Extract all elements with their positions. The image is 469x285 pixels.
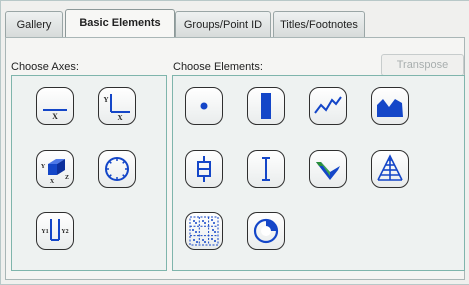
- error-bar-element-button[interactable]: [247, 150, 285, 188]
- xy-axes-icon: Y X: [103, 94, 130, 121]
- axis-1d-x-button[interactable]: X: [36, 87, 74, 125]
- axis-3d-button[interactable]: Y X Z: [36, 150, 74, 188]
- point-icon: [200, 102, 208, 110]
- population-pyramid-element-button[interactable]: [371, 150, 409, 188]
- ribbon-icon: [316, 162, 340, 180]
- tab-gallery[interactable]: Gallery: [5, 11, 63, 37]
- svg-text:X: X: [117, 114, 122, 121]
- 3d-cube-axes-icon: Y X Z: [41, 159, 69, 184]
- svg-text:Y2: Y2: [61, 229, 68, 235]
- boxplot-element-button[interactable]: [185, 150, 223, 188]
- area-element-button[interactable]: [371, 87, 409, 125]
- svg-text:Y: Y: [103, 96, 108, 104]
- line-icon: [314, 96, 342, 114]
- paneled-scatter-element-button[interactable]: [185, 212, 223, 250]
- tab-basic-elements[interactable]: Basic Elements: [65, 9, 175, 37]
- axis-2d-xy-button[interactable]: Y X: [98, 87, 136, 125]
- choose-elements-label: Choose Elements:: [173, 61, 263, 73]
- svg-text:X: X: [50, 179, 55, 184]
- high-low-element-button[interactable]: [309, 150, 347, 188]
- dual-y-axes-icon: Y1 Y2: [41, 219, 69, 241]
- svg-text:Z: Z: [65, 175, 69, 181]
- tab-groups-point-id[interactable]: Groups/Point ID: [175, 11, 271, 37]
- error-bar-icon: [262, 157, 270, 181]
- elements-group: [172, 75, 465, 271]
- transpose-button[interactable]: Transpose: [381, 54, 464, 76]
- point-element-button[interactable]: [185, 87, 223, 125]
- line-element-button[interactable]: [309, 87, 347, 125]
- axis-dual-y-button[interactable]: Y1 Y2: [36, 212, 74, 250]
- polar-axis-icon: [105, 157, 129, 181]
- pie-icon: [253, 218, 279, 244]
- svg-text:Y: Y: [41, 164, 46, 170]
- bar-element-button[interactable]: [247, 87, 285, 125]
- area-icon: [377, 99, 403, 117]
- scatter-matrix-icon: [189, 216, 219, 246]
- svg-text:X: X: [52, 112, 58, 121]
- pie-element-button[interactable]: [247, 212, 285, 250]
- axis-polar-button[interactable]: [98, 150, 136, 188]
- boxplot-icon: [197, 156, 211, 182]
- svg-text:Y1: Y1: [41, 229, 48, 235]
- bar-icon: [261, 93, 271, 119]
- tab-titles-footnotes[interactable]: Titles/Footnotes: [273, 11, 365, 37]
- axes-group: X Y X Y X Z Y1 Y2: [11, 75, 167, 271]
- x-axis-only-icon: X: [43, 109, 67, 121]
- choose-axes-label: Choose Axes:: [11, 61, 79, 73]
- population-pyramid-icon: [377, 154, 403, 181]
- chart-builder-dialog: Gallery Basic Elements Groups/Point ID T…: [0, 0, 469, 285]
